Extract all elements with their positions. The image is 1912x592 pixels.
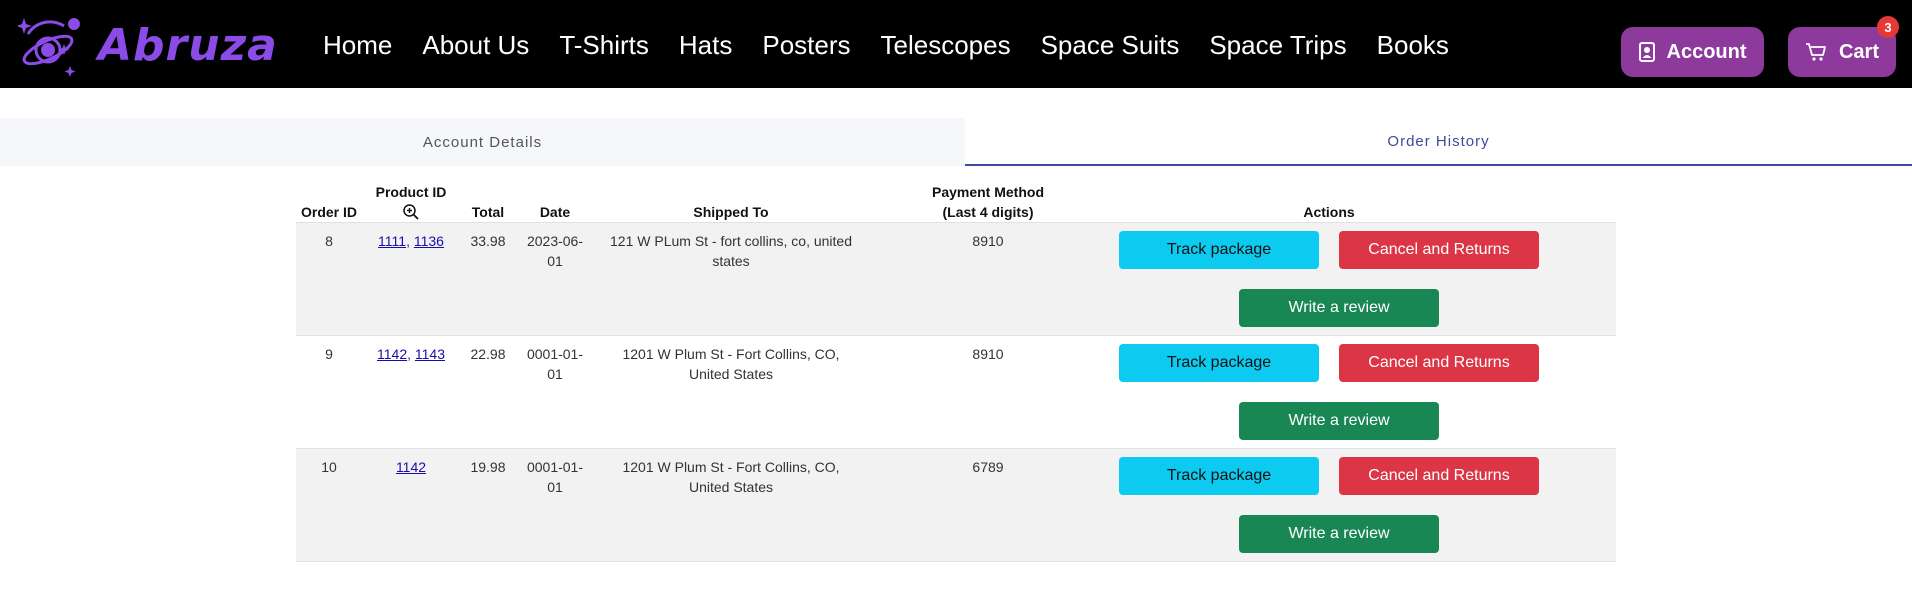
date-cell: 0001-01-01: [526, 346, 584, 382]
table-row: 10 1142 19.98 0001-01-01 1201 W Plum St …: [296, 449, 1616, 562]
date-cell: 2023-06-01: [526, 233, 584, 269]
order-id-cell: 9: [325, 346, 333, 362]
shipped-to-cell: 121 W PLum St - fort collins, co, united…: [610, 233, 852, 269]
nav-home[interactable]: Home: [323, 28, 392, 62]
header-product-id-label: Product ID: [375, 184, 447, 200]
shipped-to-cell: 1201 W Plum St - Fort Collins, CO, Unite…: [622, 346, 840, 382]
header-total: Total: [471, 204, 505, 220]
table-row: 9 1142, 1143 22.98 0001-01-01 1201 W Plu…: [296, 336, 1616, 449]
cancel-returns-button[interactable]: Cancel and Returns: [1339, 344, 1539, 382]
nav-telescopes[interactable]: Telescopes: [881, 28, 1011, 62]
cart-button-label: Cart: [1838, 40, 1879, 63]
order-history-table: Order ID Product ID Total Date Shipped T…: [296, 172, 1616, 562]
product-link[interactable]: 1142: [396, 459, 426, 475]
cancel-returns-button[interactable]: Cancel and Returns: [1339, 457, 1539, 495]
product-link[interactable]: 1111: [378, 233, 406, 249]
account-tabs: Account Details Order History: [0, 118, 1912, 166]
nav-t-shirts[interactable]: T-Shirts: [559, 28, 649, 62]
nav-space-trips[interactable]: Space Trips: [1209, 28, 1346, 62]
account-button-label: Account: [1666, 40, 1747, 63]
nav-posters[interactable]: Posters: [762, 28, 850, 62]
order-id-cell: 10: [321, 459, 337, 475]
main-nav: Home About Us T-Shirts Hats Posters Tele…: [323, 28, 1449, 62]
nav-hats[interactable]: Hats: [679, 28, 732, 62]
header-shipped-to: Shipped To: [693, 204, 769, 220]
track-package-button[interactable]: Track package: [1119, 344, 1319, 382]
cart-count-badge: 3: [1877, 16, 1899, 38]
track-package-button[interactable]: Track package: [1119, 231, 1319, 269]
track-package-button[interactable]: Track package: [1119, 457, 1319, 495]
product-id-cell: 1142, 1143: [377, 346, 445, 362]
header-actions: Actions: [1303, 204, 1355, 220]
product-link[interactable]: 1142: [377, 346, 407, 362]
product-id-cell: 1142: [362, 457, 460, 477]
write-review-button[interactable]: Write a review: [1239, 402, 1439, 440]
tab-order-history[interactable]: Order History: [965, 118, 1912, 166]
date-cell: 0001-01-01: [526, 459, 584, 495]
cart-icon: [1805, 42, 1827, 62]
account-button[interactable]: Account: [1621, 27, 1764, 77]
header-order-id: Order ID: [300, 204, 357, 220]
total-cell: 33.98: [470, 233, 506, 249]
nav-about-us[interactable]: About Us: [422, 28, 529, 62]
product-link[interactable]: 1136: [414, 233, 444, 249]
contact-card-icon: [1638, 42, 1655, 62]
shipped-to-cell: 1201 W Plum St - Fort Collins, CO, Unite…: [622, 459, 840, 495]
payment-cell: 8910: [972, 346, 1004, 362]
brand-name[interactable]: Abruza: [98, 20, 278, 72]
zoom-in-icon[interactable]: [402, 202, 420, 222]
order-id-cell: 8: [325, 233, 333, 249]
table-row: 8 1111, 1136 33.98 2023-06-01 121 W PLum…: [296, 223, 1616, 336]
nav-space-suits[interactable]: Space Suits: [1041, 28, 1180, 62]
table-header: Order ID Product ID Total Date Shipped T…: [296, 172, 1616, 223]
planet-logo-icon[interactable]: [16, 12, 88, 80]
payment-cell: 6789: [972, 459, 1004, 475]
write-review-button[interactable]: Write a review: [1239, 289, 1439, 327]
header-product-id: Product ID: [362, 172, 460, 222]
header-payment-method: Payment Method (Last 4 digits): [931, 184, 1044, 220]
header-date: Date: [539, 204, 571, 220]
product-link[interactable]: 1143: [415, 346, 445, 362]
top-navbar: Abruza Home About Us T-Shirts Hats Poste…: [0, 0, 1912, 88]
write-review-button[interactable]: Write a review: [1239, 515, 1439, 553]
nav-books[interactable]: Books: [1377, 28, 1449, 62]
product-id-cell: 1111, 1136: [378, 233, 444, 249]
cancel-returns-button[interactable]: Cancel and Returns: [1339, 231, 1539, 269]
total-cell: 22.98: [470, 346, 506, 362]
tab-account-details[interactable]: Account Details: [0, 118, 965, 166]
total-cell: 19.98: [470, 459, 506, 475]
payment-cell: 8910: [972, 233, 1004, 249]
